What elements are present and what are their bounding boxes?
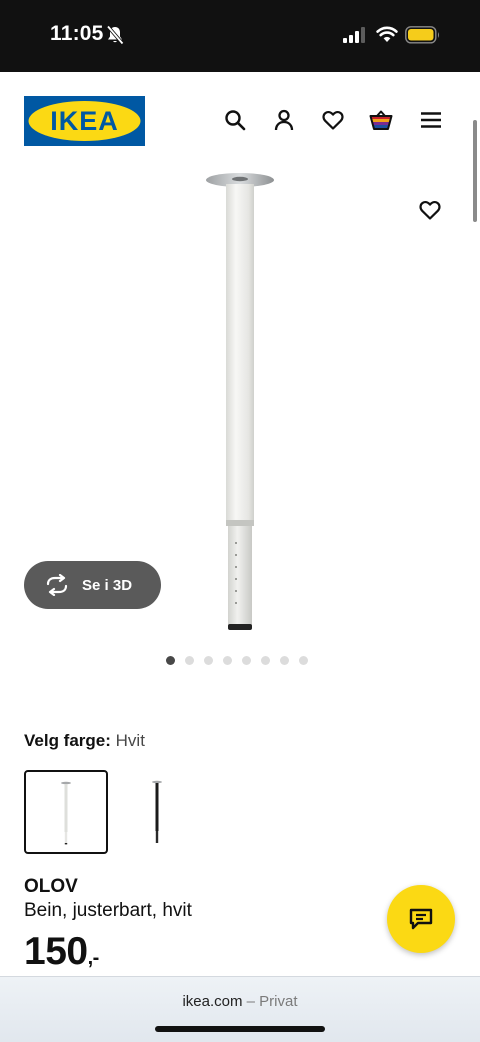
carousel-dot[interactable] [166,656,175,665]
carousel-dot[interactable] [242,656,251,665]
heart-icon[interactable] [321,108,345,132]
white-leg-thumbnail [61,781,71,845]
price-suffix: ,- [87,947,100,969]
search-icon[interactable] [223,108,247,132]
chat-icon [409,908,433,930]
color-option-white[interactable] [24,770,108,854]
carousel-dot[interactable] [261,656,270,665]
view-in-3d-button[interactable]: Se i 3D [24,561,161,609]
profile-icon[interactable] [272,108,296,132]
add-to-favourites-icon[interactable] [418,198,442,222]
color-option-black[interactable] [115,770,199,854]
cellular-signal-icon [343,27,365,43]
battery-icon [405,26,439,44]
page-scrollbar[interactable] [473,120,477,222]
wifi-icon [376,26,398,42]
black-leg-thumbnail [152,780,162,843]
view-in-3d-label: Se i 3D [82,576,133,594]
price-value: 150 [24,930,88,973]
image-carousel-indicator[interactable] [166,656,308,665]
product-image[interactable] [200,170,280,640]
status-time: 11:05 [50,22,104,45]
product-name: OLOV [24,876,78,897]
bell-slash-icon [106,25,124,45]
color-selector-label: Velg farge: Hvit [24,731,145,751]
carousel-dot[interactable] [223,656,232,665]
shopping-bag-icon[interactable] [369,108,393,132]
product-description: Bein, justerbart, hvit [24,900,192,921]
home-indicator[interactable] [155,1026,325,1032]
rotate-3d-icon [46,574,68,596]
ikea-logo[interactable]: IKEA [24,96,145,146]
carousel-dot[interactable] [185,656,194,665]
carousel-dot[interactable] [204,656,213,665]
private-mode-label: – Privat [242,993,298,1010]
browser-address-bar[interactable]: ikea.com – Privat [0,976,480,1042]
product-price: 150,- [24,930,99,974]
chat-button[interactable] [387,885,455,953]
status-bar: 11:05 [0,0,480,72]
logo-text: IKEA [50,106,119,136]
color-label-key: Velg farge: [24,731,111,750]
carousel-dot[interactable] [299,656,308,665]
browser-url[interactable]: ikea.com – Privat [0,993,480,1010]
carousel-dot[interactable] [280,656,289,665]
url-domain: ikea.com [182,993,243,1010]
color-label-value: Hvit [115,731,145,750]
menu-icon[interactable] [419,108,443,132]
